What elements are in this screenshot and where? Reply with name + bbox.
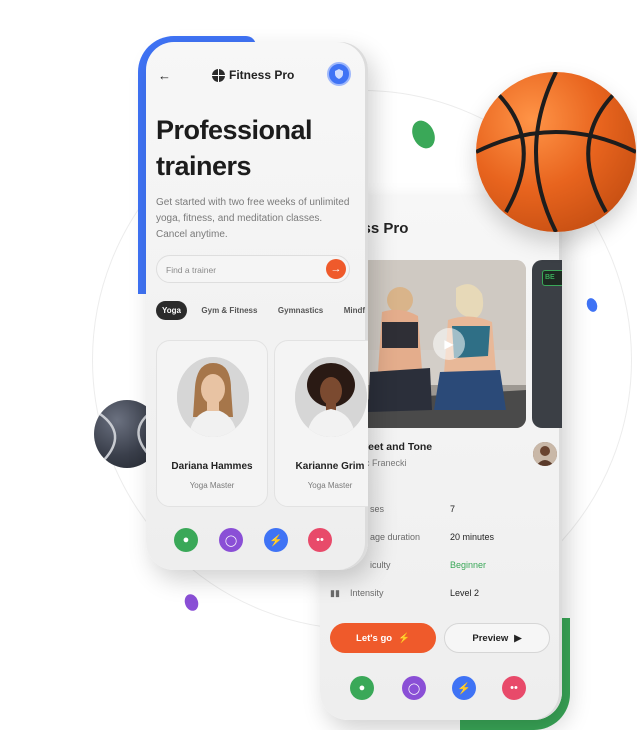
user-icon[interactable]: ● [174, 528, 198, 552]
top-bar: ← Fitness Pro [146, 42, 368, 112]
video-badge: BE [542, 270, 562, 286]
arrow-left-icon[interactable]: ← [158, 68, 171, 83]
bolt-icon[interactable]: ⚡ [264, 528, 288, 552]
play-icon[interactable]: ▶ [433, 328, 465, 360]
trainer-photo [177, 357, 249, 437]
trainer-card[interactable]: Dariana Hammes Yoga Master [156, 340, 268, 507]
stat-label: ses [370, 504, 385, 514]
basketball-image [476, 72, 636, 232]
trainer-photo [295, 357, 367, 437]
trainer-card[interactable]: Karianne Grim Yoga Master [274, 340, 368, 507]
app-brand: Fitness Pro [212, 68, 294, 82]
stat-value: 7 [450, 504, 456, 514]
preview-button[interactable]: Preview ▶ [444, 623, 550, 653]
preview-label: Preview [472, 632, 509, 644]
medal-icon[interactable]: ◯ [402, 676, 426, 700]
stat-label: Intensity [350, 588, 384, 598]
stat-value: Beginner [450, 560, 487, 570]
tab-gym-fitness[interactable]: Gym & Fitness [195, 301, 263, 320]
purple-dot [182, 592, 201, 613]
tab-yoga[interactable]: Yoga [156, 301, 187, 320]
stat-label: iculty [370, 560, 391, 570]
stat-difficulty: iculty Beginner [330, 560, 550, 574]
footprints-icon[interactable]: •• [502, 676, 526, 700]
category-tabs: Yoga Gym & Fitness Gymnastics Mindf [156, 300, 368, 320]
lets-go-label: Let's go [356, 632, 393, 644]
front-bottom-nav: ● ◯ ⚡ •• [174, 528, 344, 554]
bolt-icon[interactable]: ⚡ [452, 676, 476, 700]
stat-intensity: ▮▮ Intensity Level 2 [330, 588, 550, 602]
trainer-role: Yoga Master [189, 481, 235, 490]
class-video-thumbnail[interactable]: ▶ [360, 260, 526, 428]
trainer-search-field[interactable]: Find a trainer → [156, 255, 350, 283]
app-name: Fitness Pro [229, 68, 295, 82]
bolt-icon: ⚡ [398, 632, 410, 644]
trainer-role: Yoga Master [307, 481, 353, 490]
medal-icon[interactable]: ◯ [219, 528, 243, 552]
stat-value: 20 minutes [450, 532, 495, 542]
search-placeholder: Find a trainer [166, 265, 217, 275]
trainers-phone: ← Fitness Pro Professional trainers Get … [146, 42, 368, 570]
stat-label: age duration [370, 532, 421, 542]
tab-gymnastics[interactable]: Gymnastics [272, 301, 329, 320]
stat-value: Level 2 [450, 588, 480, 598]
shield-icon[interactable] [327, 62, 351, 86]
trainer-name: Dariana Hammes [171, 461, 253, 472]
page-title: Professional trainers [156, 115, 313, 181]
footprints-icon[interactable]: •• [308, 528, 332, 552]
back-bottom-nav: ● ◯ ⚡ •• [350, 676, 530, 702]
author-avatar[interactable] [533, 442, 557, 466]
arrow-right-icon[interactable]: → [326, 259, 346, 279]
intensity-icon: ▮▮ [330, 588, 340, 598]
tab-mindfulness[interactable]: Mindf [338, 301, 368, 320]
user-icon[interactable]: ● [350, 676, 374, 700]
basketball-icon [212, 68, 225, 82]
class-title: weet and Tone [360, 441, 433, 453]
trainer-name: Karianne Grim [295, 461, 365, 472]
lets-go-button[interactable]: Let's go ⚡ [330, 623, 436, 653]
next-video-thumbnail[interactable]: BE [532, 260, 562, 428]
play-icon: ▶ [514, 632, 522, 644]
page-description: Get started with two free weeks of unlim… [156, 197, 350, 240]
